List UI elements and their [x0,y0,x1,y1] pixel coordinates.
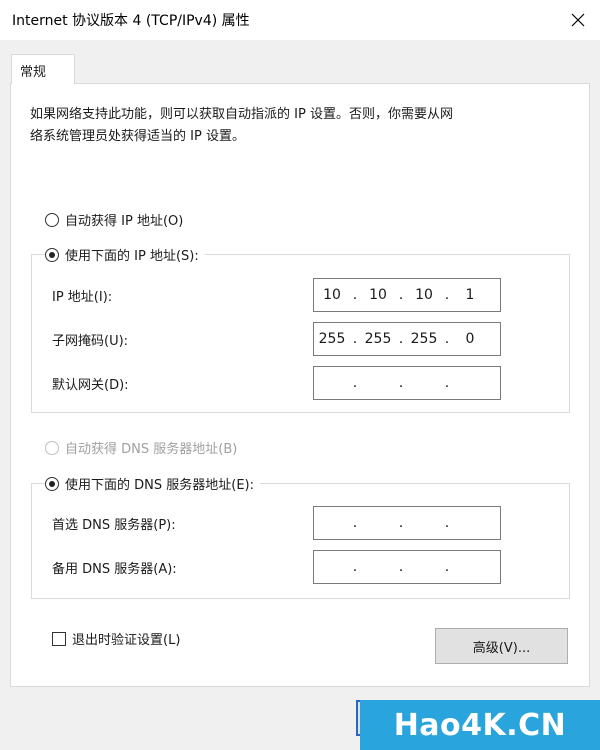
gw-dot: . [398,375,404,391]
close-icon [571,13,585,27]
mask-octet-4: 0 [465,331,475,347]
mask-dot: . [398,331,404,347]
tab-general[interactable]: 常规 [11,54,75,84]
radio-auto-ip-label: 自动获得 IP 地址(O) [65,214,184,229]
gw-dot: . [444,375,450,391]
mask-dot: . [444,331,450,347]
window-title: Internet 协议版本 4 (TCP/IPv4) 属性 [12,13,250,29]
radio-manual-dns-label: 使用下面的 DNS 服务器地址(E): [65,478,254,493]
description-line-1: 如果网络支持此功能，则可以获取自动指派的 IP 设置。否则，你需要从网 [30,107,453,122]
pdns-dot: . [398,515,404,531]
subnet-mask-label: 子网掩码(U): [52,334,129,349]
advanced-button[interactable]: 高级(V)... [435,628,568,664]
description-line-2: 络系统管理员处获得适当的 IP 设置。 [30,129,245,144]
adns-dot: . [444,559,450,575]
gw-dot: . [352,375,358,391]
validate-on-exit[interactable]: 退出时验证设置(L) [52,629,180,648]
preferred-dns-input[interactable]: . . . [313,506,501,540]
watermark-text: Hao4K.CN [393,707,567,743]
pdns-dot: . [352,515,358,531]
radio-auto-ip[interactable]: 自动获得 IP 地址(O) [45,210,190,229]
radio-manual-ip[interactable]: 使用下面的 IP 地址(S): [45,245,205,264]
alternate-dns-input[interactable]: . . . [313,550,501,584]
radio-manual-dns[interactable]: 使用下面的 DNS 服务器地址(E): [45,474,260,493]
title-bar: Internet 协议版本 4 (TCP/IPv4) 属性 [0,0,600,40]
ip-octet-4: 1 [465,287,475,303]
mask-octet-3: 255 [410,331,438,347]
validate-on-exit-checkbox[interactable] [52,631,66,646]
watermark: Hao4K.CN [360,700,600,750]
close-button[interactable] [556,0,600,40]
ip-dot: . [398,287,404,303]
ip-dot: . [444,287,450,303]
mask-octet-1: 255 [318,331,346,347]
ip-dot: . [352,287,358,303]
ip-address-input[interactable]: 10. 10. 10. 1 [313,278,501,312]
alternate-dns-label: 备用 DNS 服务器(A): [52,562,177,577]
ip-octet-3: 10 [415,287,433,303]
radio-auto-dns[interactable]: 自动获得 DNS 服务器地址(B) [45,438,244,457]
default-gateway-label: 默认网关(D): [52,378,129,393]
mask-octet-2: 255 [364,331,392,347]
adns-dot: . [398,559,404,575]
ip-octet-2: 10 [369,287,387,303]
radio-auto-ip-indicator[interactable] [45,212,59,227]
radio-manual-dns-indicator[interactable] [45,476,59,491]
validate-on-exit-label: 退出时验证设置(L) [72,633,181,648]
radio-auto-dns-indicator[interactable] [45,440,59,455]
default-gateway-input[interactable]: . . . [313,366,501,400]
ip-octet-1: 10 [323,287,341,303]
adns-dot: . [352,559,358,575]
radio-auto-dns-label: 自动获得 DNS 服务器地址(B) [65,442,238,457]
description-text: 如果网络支持此功能，则可以获取自动指派的 IP 设置。否则，你需要从网 络系统管… [30,104,570,148]
pdns-dot: . [444,515,450,531]
ip-address-label: IP 地址(I): [52,290,113,305]
preferred-dns-label: 首选 DNS 服务器(P): [52,518,176,533]
subnet-mask-input[interactable]: 255. 255. 255. 0 [313,322,501,356]
radio-manual-ip-label: 使用下面的 IP 地址(S): [65,249,199,264]
mask-dot: . [352,331,358,347]
radio-manual-ip-indicator[interactable] [45,247,59,262]
